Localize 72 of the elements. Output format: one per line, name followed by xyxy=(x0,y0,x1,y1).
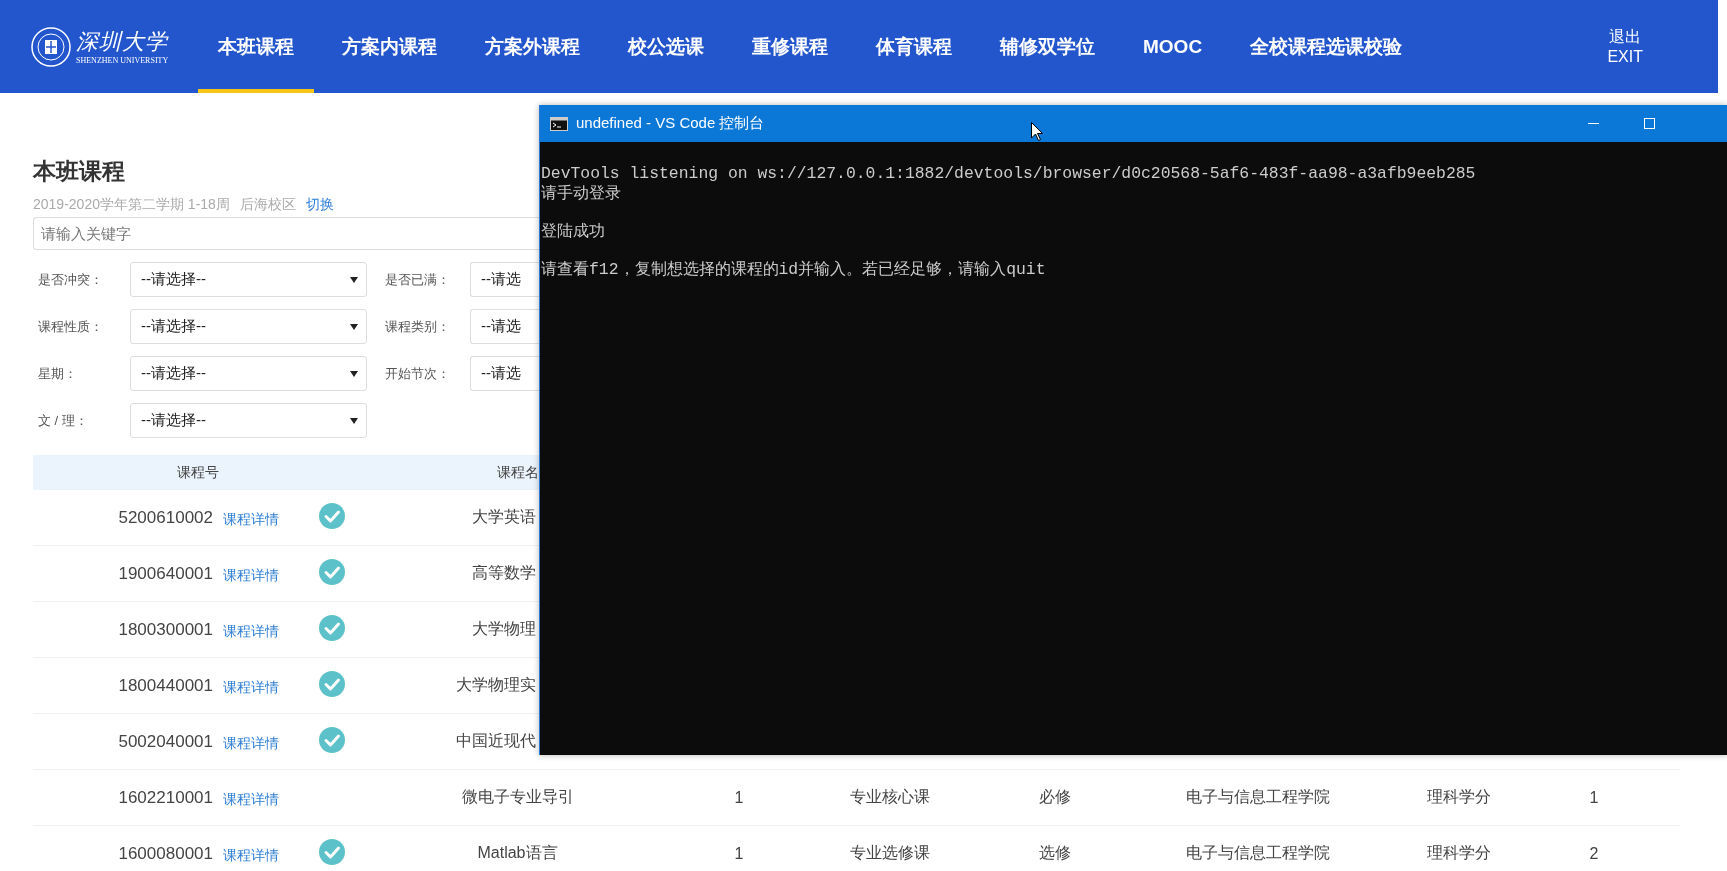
nav-tab[interactable]: 重修课程 xyxy=(732,0,848,93)
course-code: 5200610002 xyxy=(117,507,213,528)
table-cell: 2 xyxy=(1589,844,1599,862)
course-detail-link[interactable]: 课程详情 xyxy=(223,622,279,641)
filter-label: 是否冲突： xyxy=(37,270,104,289)
course-code: 5002040001 xyxy=(117,731,213,752)
logout-button[interactable]: 退出 EXIT xyxy=(1607,26,1643,67)
nav-tab[interactable]: 全校课程选课校验 xyxy=(1230,0,1423,93)
filter-dropdown[interactable]: --请选择-- xyxy=(130,356,367,391)
nav-tab[interactable]: MOOC xyxy=(1123,0,1223,93)
filter-dropdown[interactable]: --请选择-- xyxy=(130,403,367,438)
console-line: DevTools listening on ws://127.0.0.1:1882/devtools/browser/d0c20568-5af6-483f-aa98-a3afb9eeb285 xyxy=(541,164,1476,184)
caret-icon xyxy=(350,416,358,425)
requirement-cell: 必修 xyxy=(1039,788,1071,805)
filter-label: 课程性质： xyxy=(37,317,104,336)
nav-tab[interactable]: 本班课程 xyxy=(198,0,314,93)
logo-subtitle: SHENZHEN UNIVERSITY xyxy=(76,55,169,66)
credit-cell: 1 xyxy=(734,844,744,862)
caret-icon xyxy=(350,322,358,331)
course-type-cell: 专业选修课 xyxy=(849,844,930,861)
switch-link[interactable]: 切换 xyxy=(305,195,334,213)
nav-tab[interactable]: 体育课程 xyxy=(856,0,972,93)
course-code: 1600080001 xyxy=(117,843,213,864)
console-line: 请手动登录 xyxy=(541,184,621,204)
nav-tab[interactable]: 方案外课程 xyxy=(465,0,600,93)
credit-type-cell: 理科学分 xyxy=(1427,844,1491,861)
course-detail-link[interactable]: 课程详情 xyxy=(223,510,279,529)
requirement-cell: 选修 xyxy=(1039,844,1071,861)
course-code: 1800300001 xyxy=(117,619,213,640)
course-detail-link[interactable]: 课程详情 xyxy=(223,734,279,753)
course-name: Matlab语言 xyxy=(363,825,672,871)
table-cell: 1 xyxy=(1589,788,1599,806)
console-line: 登陆成功 xyxy=(541,222,605,242)
term-text: 2019-2020学年第二学期 1-18周 xyxy=(33,195,230,213)
window-title: undefined - VS Code 控制台 xyxy=(576,114,765,133)
course-type-cell: 专业核心课 xyxy=(849,788,930,805)
filter-label: 是否已满： xyxy=(384,270,451,289)
search-field[interactable]: 请输入关键字 xyxy=(33,217,539,250)
course-code: 1602210001 xyxy=(117,787,213,808)
course-code: 1900640001 xyxy=(117,563,213,584)
caret-icon xyxy=(350,369,358,378)
course-name: 微电子专业导引 xyxy=(363,769,672,826)
course-code: 1800440001 xyxy=(117,675,213,696)
campus-text: 后海校区 xyxy=(239,195,296,213)
course-detail-link[interactable]: 课程详情 xyxy=(223,846,279,865)
filter-dropdown[interactable]: --请选 xyxy=(470,309,539,344)
filter-label: 课程类别： xyxy=(384,317,451,336)
page-title: 本班课程 xyxy=(33,157,125,185)
emblem-icon xyxy=(31,26,71,67)
caret-icon xyxy=(350,275,358,284)
course-detail-link[interactable]: 课程详情 xyxy=(223,678,279,697)
credit-cell: 1 xyxy=(734,788,744,806)
filter-label: 文 / 理： xyxy=(37,411,89,430)
logo-name: 深圳大学 xyxy=(76,27,169,56)
nav-tab[interactable]: 方案内课程 xyxy=(322,0,457,93)
filter-dropdown[interactable]: --请选 xyxy=(470,262,539,297)
filter-dropdown[interactable]: --请选 xyxy=(470,356,539,391)
college-cell: 电子与信息工程学院 xyxy=(1186,844,1330,861)
console-line: 请查看f12，复制想选择的课程的id并输入。若已经足够，请输入quit xyxy=(541,260,1046,280)
nav-tab[interactable]: 校公选课 xyxy=(608,0,724,93)
course-detail-link[interactable]: 课程详情 xyxy=(223,790,279,809)
filter-dropdown[interactable]: --请选择-- xyxy=(130,262,367,297)
credit-type-cell: 理科学分 xyxy=(1427,788,1491,805)
filter-label: 星期： xyxy=(37,364,78,383)
terminal-icon xyxy=(550,116,568,131)
maximize-icon[interactable] xyxy=(1643,118,1655,129)
filter-dropdown[interactable]: --请选择-- xyxy=(130,309,367,344)
column-header: 课程号 xyxy=(33,455,363,490)
course-detail-link[interactable]: 课程详情 xyxy=(223,566,279,585)
nav-tab[interactable]: 辅修双学位 xyxy=(980,0,1115,93)
filter-label: 开始节次： xyxy=(384,364,451,383)
college-cell: 电子与信息工程学院 xyxy=(1186,788,1330,805)
